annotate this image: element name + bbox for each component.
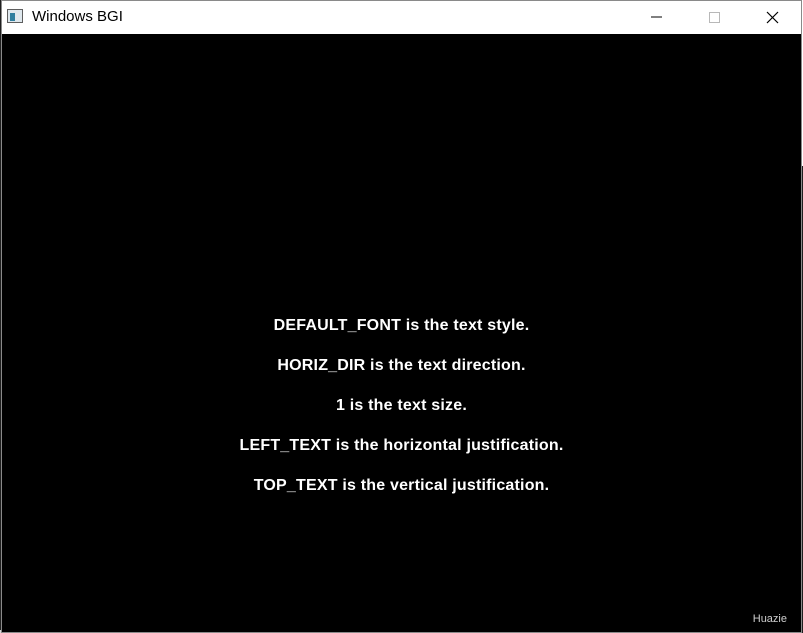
minimize-button[interactable] [628,1,686,34]
minimize-icon [651,16,662,18]
watermark: Huazie [752,613,787,625]
vertical-justification-line: TOP_TEXT is the vertical justification. [253,477,550,494]
maximize-icon [709,12,720,23]
text-style-line: DEFAULT_FONT is the text style. [273,317,530,334]
title-bar[interactable]: Windows BGI [2,1,801,34]
maximize-button[interactable] [686,1,744,34]
text-size-line: 1 is the text size. [336,397,467,414]
window-title: Windows BGI [32,8,123,25]
close-icon [766,11,779,24]
horizontal-justification-line: LEFT_TEXT is the horizontal justificatio… [239,437,564,454]
text-direction-line: HORIZ_DIR is the text direction. [277,357,526,374]
app-window-icon [7,9,23,23]
bgi-window: Windows BGI DEFAULT_FONT is the text sty… [1,0,802,633]
text-settings-output: DEFAULT_FONT is the text style. HORIZ_DI… [2,316,801,516]
close-button[interactable] [744,1,801,34]
graphics-canvas: DEFAULT_FONT is the text style. HORIZ_DI… [2,34,801,632]
